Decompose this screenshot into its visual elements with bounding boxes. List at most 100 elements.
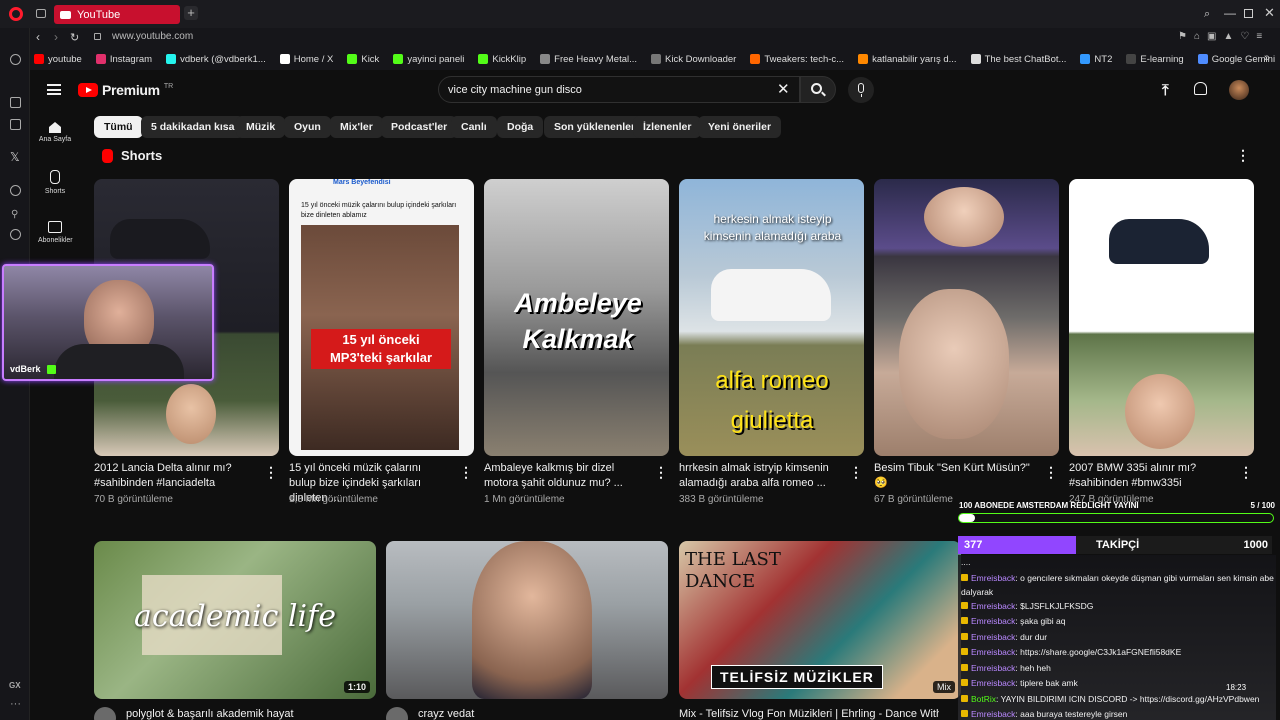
tab-title: YouTube <box>77 8 121 21</box>
bookmark-item[interactable]: youtube <box>34 54 82 65</box>
chat-badge-icon <box>961 679 968 686</box>
short-title[interactable]: Besim Tibuk "Sen Kürt Müsün?" 🥺 <box>874 461 1034 491</box>
tab-youtube[interactable]: YouTube <box>54 5 180 24</box>
bookmark-item[interactable]: Free Heavy Metal... <box>540 54 637 65</box>
webcam-name: vdBerk <box>10 364 56 374</box>
video-title[interactable]: polyglot & başarılı akademik hayat <box>126 707 386 720</box>
opera-logo-icon[interactable] <box>9 7 23 21</box>
short-title[interactable]: Ambaleye kalkmış bir dizel motora şahit … <box>484 461 644 491</box>
reload-button[interactable]: ↻ <box>70 31 79 44</box>
chat-badge-icon <box>961 648 968 655</box>
chip-10[interactable]: Yeni öneriler <box>698 116 782 138</box>
bookmark-favicon-icon <box>1080 54 1091 64</box>
chip-5[interactable]: Podcast'ler <box>381 116 458 138</box>
hamburger-menu-icon[interactable] <box>47 84 61 95</box>
video-title[interactable]: Mix - Telifsiz Vlog Fon Müzikleri | Ehrl… <box>679 707 939 720</box>
bookmarks-more-icon[interactable]: » <box>1264 52 1270 64</box>
short-thumbnail-3[interactable]: Ambeleye Kalkmak <box>484 179 669 456</box>
new-tab-button[interactable]: + <box>184 6 198 20</box>
nav-home-label: Ana Sayfa <box>38 136 72 143</box>
video-thumbnail-2[interactable] <box>386 541 668 699</box>
chip-6[interactable]: Canlı <box>451 116 497 138</box>
bookmark-item[interactable]: katlanabilir yarış d... <box>858 54 957 65</box>
bookmark-item[interactable]: vdberk (@vdberk1... <box>166 54 266 65</box>
nav-shorts[interactable]: Shorts <box>38 170 72 195</box>
maximize-button[interactable] <box>1244 9 1253 18</box>
short-thumbnail-2[interactable]: Mars Beyefendisi 15 yıl önceki müzik çal… <box>289 179 474 456</box>
notifications-bell-icon[interactable] <box>1194 82 1207 95</box>
video-title[interactable]: crayz vedat <box>418 707 678 720</box>
extensions-icons[interactable]: ⚑⌂▣▲♡≡ <box>1178 31 1269 42</box>
nav-home[interactable]: Ana Sayfa <box>38 122 72 143</box>
chip-7[interactable]: Doğa <box>497 116 544 138</box>
bookmark-item[interactable]: Home / X <box>279 54 333 65</box>
search-input[interactable] <box>448 80 768 99</box>
search-tabs-icon[interactable]: ⌕ <box>1204 8 1210 21</box>
short-more-icon[interactable]: ⋮ <box>1239 464 1253 481</box>
x-twitter-icon[interactable]: 𝕏 <box>10 150 20 164</box>
chat-message: Emreisback: o gencılere sıkmaları okeyde… <box>961 571 1276 599</box>
chip-0[interactable]: Tümü <box>94 116 143 138</box>
chip-8[interactable]: Son yüklenenler <box>544 116 646 138</box>
bookmark-item[interactable]: Kick <box>347 54 379 65</box>
url-text[interactable]: www.youtube.com <box>112 31 193 42</box>
chat-text: : $LJSFLKJLFKSDG <box>1015 600 1094 611</box>
short-more-icon[interactable]: ⋮ <box>1044 464 1058 481</box>
history-icon[interactable] <box>10 54 21 65</box>
back-button[interactable]: ‹ <box>36 30 40 44</box>
bookmark-item[interactable]: Kick Downloader <box>651 54 736 65</box>
short-title[interactable]: hrrkesin almak istryip kimsenin alamadığ… <box>679 461 839 491</box>
chip-2[interactable]: Müzik <box>236 116 286 138</box>
chip-1[interactable]: 5 dakikadan kısa <box>141 116 245 138</box>
bookmarks-sidebar-icon[interactable] <box>10 119 21 130</box>
youtube-logo[interactable]: Premium TR <box>78 82 173 98</box>
avatar[interactable] <box>1229 80 1249 100</box>
bookmark-item[interactable]: Instagram <box>95 54 152 65</box>
bookmark-item[interactable]: KickKlip <box>478 54 526 65</box>
short-more-icon[interactable]: ⋮ <box>849 464 863 481</box>
short-more-icon[interactable]: ⋮ <box>459 464 473 481</box>
search-button[interactable] <box>800 76 836 103</box>
speed-dial-icon[interactable] <box>10 97 21 108</box>
clock-icon[interactable] <box>10 229 21 240</box>
shorts-header: Shorts <box>102 148 162 163</box>
chip-4[interactable]: Mix'ler <box>330 116 383 138</box>
nav-subscriptions[interactable]: Abonelikler <box>38 221 73 244</box>
forward-button[interactable]: › <box>54 30 58 44</box>
short-thumbnail-6[interactable] <box>1069 179 1254 456</box>
short-title[interactable]: 2012 Lancia Delta alınır mı? #sahibinden… <box>94 461 254 491</box>
short-more-icon[interactable]: ⋮ <box>264 464 278 481</box>
player-icon[interactable] <box>10 185 21 196</box>
upload-icon[interactable]: ⤒ <box>1162 82 1169 99</box>
short-title[interactable]: 2007 BMW 335i alınır mı? #sahibinden #bm… <box>1069 461 1229 491</box>
more-sidebar-icon[interactable]: ··· <box>10 698 21 710</box>
chat-text: : YAYIN BILDIRIMI ICIN DISCORD -> https:… <box>996 693 1260 704</box>
bookmark-label: The best ChatBot... <box>984 53 1067 65</box>
clear-search-icon[interactable]: ✕ <box>777 80 790 98</box>
video-thumbnail-1[interactable]: academic life 1:10 <box>94 541 376 699</box>
chat-text: : heh heh <box>1015 662 1051 673</box>
bookmark-favicon-icon <box>858 54 869 64</box>
minimize-button[interactable]: — <box>1224 6 1236 20</box>
chip-3[interactable]: Oyun <box>284 116 331 138</box>
short-thumbnail-5[interactable] <box>874 179 1059 456</box>
short-thumbnail-4[interactable]: herkesin almak isteyip kimsenin alamadığ… <box>679 179 864 456</box>
bookmark-item[interactable]: yayinci paneli <box>393 54 464 65</box>
goal-progress-text: 5 / 100 <box>1250 501 1275 510</box>
subscriber-goal: 100 ABONEDE AMSTERDAM REDLIGHT YAYINI 5 … <box>958 501 1276 525</box>
bookmark-favicon-icon <box>166 54 177 64</box>
gx-logo-icon[interactable]: GX <box>9 681 21 690</box>
pin-icon[interactable]: ⚲ <box>11 209 18 220</box>
bookmark-item[interactable]: The best ChatBot... <box>970 53 1067 65</box>
video-thumbnail-3[interactable]: THE LAST DANCE TELİFSİZ MÜZİKLER Mix <box>679 541 961 699</box>
bookmark-item[interactable]: Tweakers: tech-c... <box>750 54 844 65</box>
bookmark-favicon-icon <box>750 54 761 64</box>
chip-9[interactable]: İzlenenler <box>633 116 702 138</box>
bookmark-item[interactable]: NT2 <box>1080 54 1112 65</box>
shorts-more-icon[interactable]: ⋮ <box>1236 147 1250 164</box>
workspace-icon[interactable] <box>36 9 46 18</box>
bookmark-item[interactable]: E-learning <box>1126 54 1184 65</box>
close-window-button[interactable]: ✕ <box>1264 5 1275 21</box>
voice-search-button[interactable] <box>848 77 874 103</box>
short-more-icon[interactable]: ⋮ <box>654 464 668 481</box>
